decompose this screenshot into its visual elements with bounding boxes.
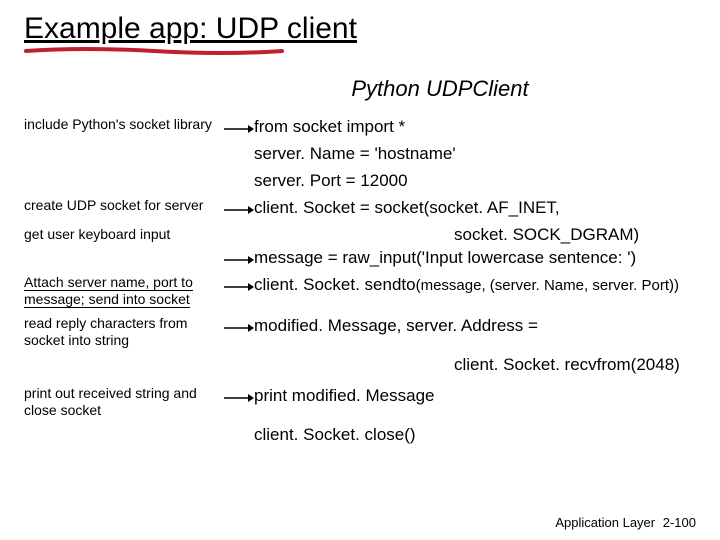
code-line: client. Socket = socket(socket. AF_INET, — [254, 197, 696, 220]
arrow-icon — [224, 385, 254, 405]
code-line: client. Socket. sendto(message, (server.… — [254, 274, 696, 297]
annotation-recvfrom: read reply characters from socket into s… — [24, 315, 224, 350]
code-line: server. Port = 12000 — [254, 170, 696, 193]
annotation-create-socket: create UDP socket for server — [24, 197, 224, 215]
annotation-include-socket: include Python's socket library — [24, 116, 224, 134]
code-line: from socket import * — [254, 116, 696, 139]
code-line: client. Socket. close() — [254, 424, 696, 447]
code-line: print modified. Message — [254, 385, 696, 408]
code-line: modified. Message, server. Address = — [254, 315, 696, 338]
annotation-sendto: Attach server name, port to message; sen… — [24, 274, 224, 309]
annotation-keyboard-input: get user keyboard input — [24, 224, 224, 244]
arrow-icon — [224, 116, 254, 136]
slide-title: Example app: UDP client — [24, 12, 696, 46]
code-line: socket. SOCK_DGRAM) — [254, 224, 696, 247]
slide-body: include Python's socket library from soc… — [24, 116, 696, 447]
arrow-icon — [224, 247, 254, 267]
arrow-icon — [224, 197, 254, 217]
code-line: server. Name = 'hostname' — [254, 143, 696, 166]
arrow-icon — [224, 315, 254, 335]
title-accent-underline — [24, 46, 284, 52]
annotation-print-close: print out received string and close sock… — [24, 385, 224, 420]
slide-subtitle: Python UDPClient — [184, 76, 696, 102]
footer-page-number: 2-100 — [663, 515, 696, 530]
arrow-icon — [224, 274, 254, 294]
footer-label: Application Layer — [555, 515, 655, 530]
code-line: client. Socket. recvfrom(2048) — [254, 354, 696, 377]
code-line: message = raw_input('Input lowercase sen… — [254, 247, 696, 270]
footer: Application Layer 2-100 — [555, 515, 696, 530]
